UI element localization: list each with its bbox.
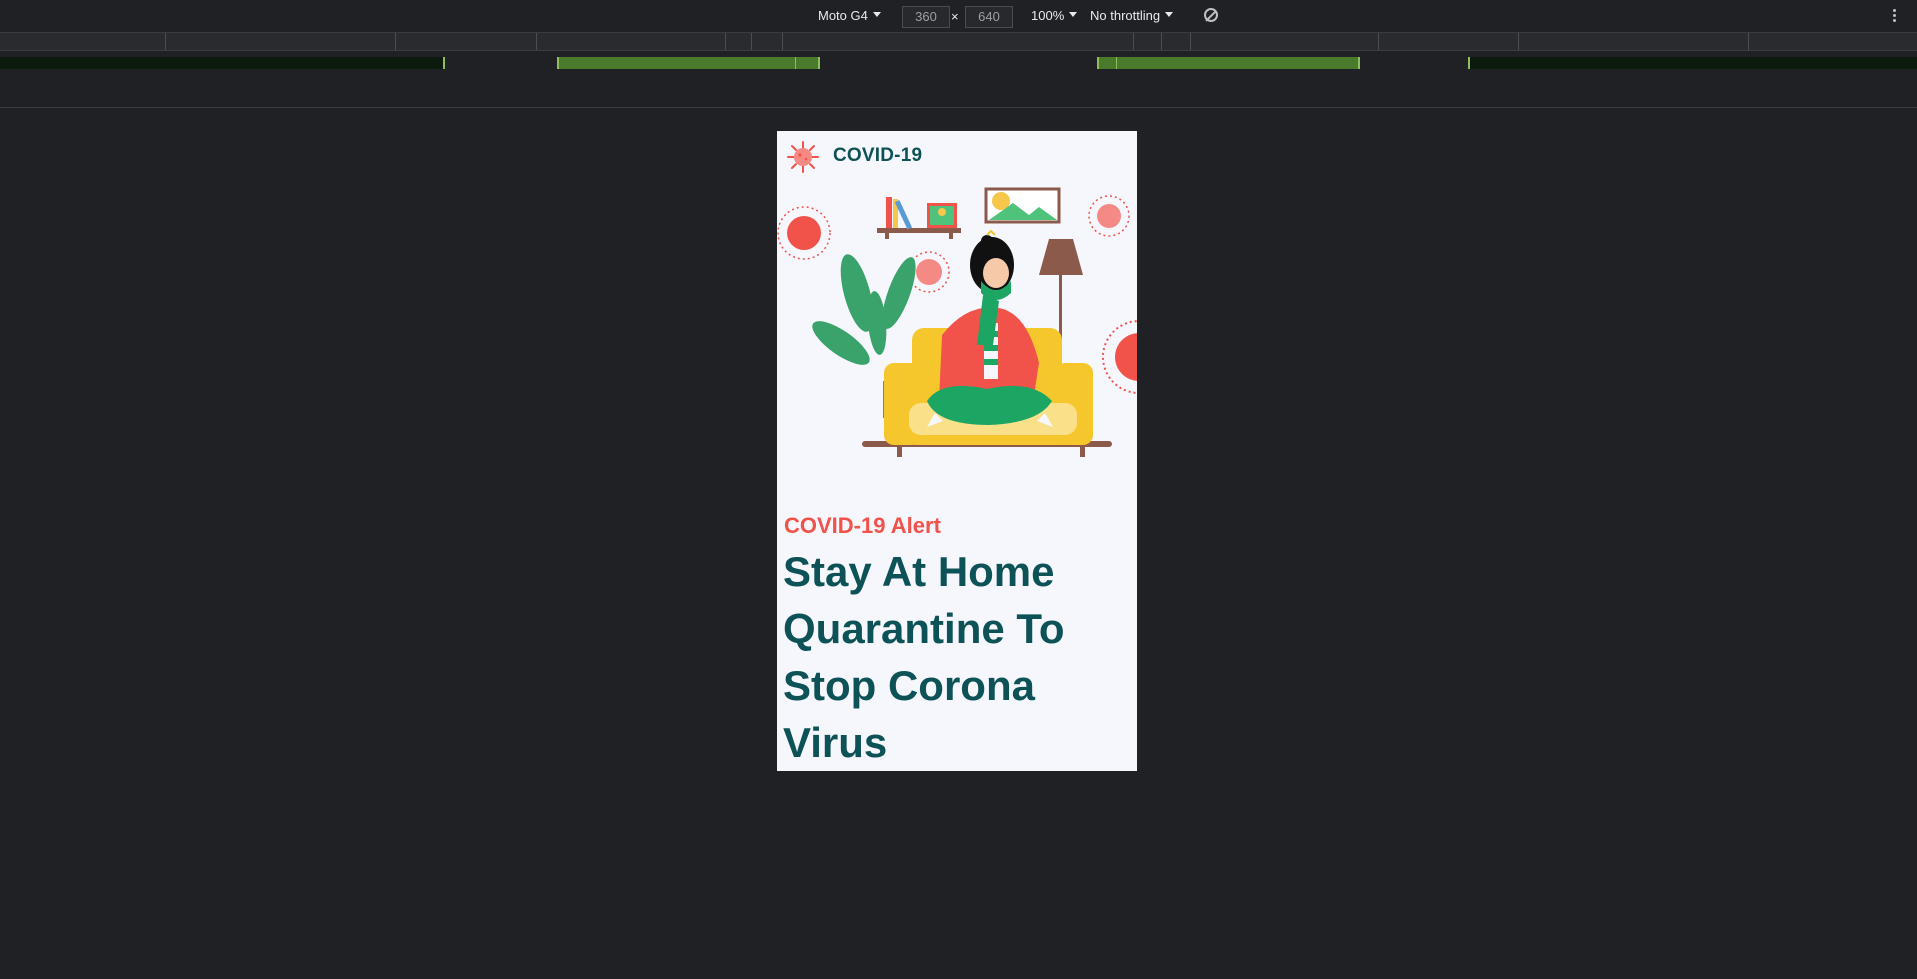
breakpoint-tick [795, 57, 796, 69]
breakpoint-tick [1116, 57, 1117, 69]
caret-down-icon [872, 12, 881, 18]
virus-icon [1102, 320, 1137, 394]
caret-down-icon [1069, 12, 1078, 18]
breakpoint-segment[interactable] [1468, 57, 1917, 69]
zoom-select[interactable]: 100% [1031, 0, 1078, 32]
throttling-select[interactable]: No throttling [1090, 0, 1174, 32]
virus-logo-icon [787, 141, 819, 173]
device-viewport[interactable]: COVID-19 COVID-19 Alert Stay At Home Qua… [777, 131, 1137, 771]
toolbar-divider [0, 107, 1917, 108]
breakpoint-segment[interactable] [1097, 57, 1360, 69]
breakpoint-segment[interactable] [557, 57, 820, 69]
dimension-separator: × [951, 9, 959, 24]
throttling-label: No throttling [1090, 8, 1161, 23]
rotate-icon[interactable] [1204, 8, 1218, 22]
more-vert-icon[interactable] [1893, 9, 1896, 23]
media-query-bar-ruler[interactable] [0, 33, 1917, 51]
device-select[interactable]: Moto G4 [818, 0, 881, 32]
device-toolbar: Moto G4 360 × 640 100% No throttling [0, 0, 1917, 33]
height-input[interactable]: 640 [965, 6, 1013, 28]
alert-label: COVID-19 Alert [784, 513, 941, 538]
breakpoint-segment[interactable] [0, 57, 445, 69]
device-label: Moto G4 [818, 8, 868, 23]
virus-icon [777, 206, 831, 260]
stay-home-illustration [777, 187, 1137, 457]
zoom-label: 100% [1031, 8, 1065, 23]
caret-down-icon [1165, 12, 1174, 18]
page-headline: Stay At Home Quarantine To Stop Corona V… [783, 548, 1065, 766]
width-input[interactable]: 360 [902, 6, 950, 28]
virus-icon [1088, 195, 1130, 237]
brand-name[interactable]: COVID-19 [833, 145, 922, 167]
media-query-bar-breakpoints[interactable] [0, 51, 1917, 69]
